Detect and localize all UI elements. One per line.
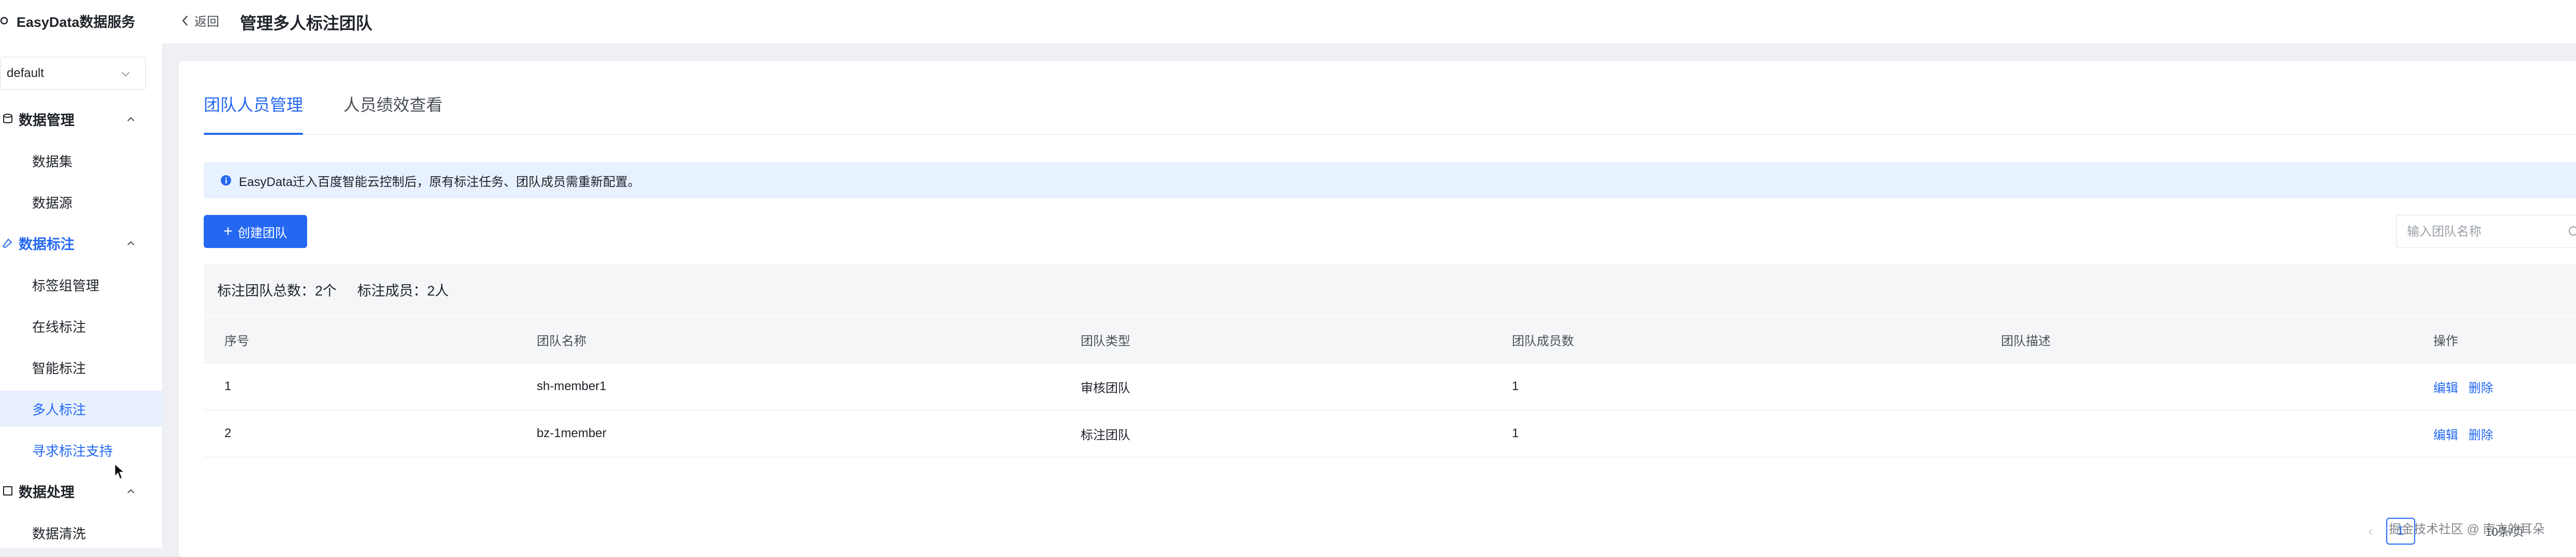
sidebar-item-label: 智能标注 [32,360,86,376]
chevron-left-icon [182,15,188,26]
annotation-icon [2,238,12,249]
sidebar-item-online-annotation[interactable]: 在线标注 [0,308,162,344]
column-header: 团队名称 [537,334,586,348]
brand[interactable]: EasyData数据服务 [0,9,155,32]
sidebar: EasyData数据服务 default 数据管理 数据集 数据源 数据标注 标… [0,0,163,548]
env-select-value: default [7,66,44,80]
sidebar-group-data-annotation[interactable]: 数据标注 [0,227,155,258]
sidebar-item-datasources[interactable]: 数据源 [0,184,162,220]
cell-actions: 编辑 删除 [2433,410,2504,457]
cell-team-type: 审核团队 [1081,381,1130,395]
database-icon [3,114,12,123]
total-members: 标注成员：2人 [357,283,449,299]
create-team-button-label: 创建团队 [237,226,287,240]
search-icon [2569,226,2576,236]
team-summary: 标注团队总数：2个 标注成员：2人 [204,264,2576,315]
sidebar-group-data-processing[interactable]: 数据处理 [0,475,155,506]
sidebar-group-data-management[interactable]: 数据管理 [0,103,155,134]
sidebar-item-smart-annotation[interactable]: 智能标注 [0,349,162,385]
cell-team-name: bz-1member [537,426,607,440]
delete-link[interactable]: 删除 [2468,425,2493,443]
processing-icon [3,486,12,496]
cell-team-type: 标注团队 [1081,428,1130,442]
table-row: 2 bz-1member 标注团队 1 编辑 删除 [204,410,2576,457]
team-search[interactable] [2396,215,2576,249]
cell-actions: 编辑 删除 [2433,363,2504,410]
sidebar-item-label: 数据集 [32,153,73,169]
tab-performance[interactable]: 人员绩效查看 [343,92,443,134]
prev-page-icon[interactable]: ‹ [2368,523,2373,539]
column-header: 团队类型 [1081,334,1130,348]
page-header: 返回 管理多人标注团队 [162,0,2576,43]
plus-icon: + [223,223,233,240]
page-title: 管理多人标注团队 [240,14,373,33]
env-select[interactable]: default [0,57,146,90]
chevron-down-icon [122,72,130,77]
column-header: 操作 [2433,334,2458,348]
sidebar-item-label: 多人标注 [32,401,86,417]
info-icon [221,175,231,185]
notice-banner: EasyData迁入百度智能云控制后，原有标注任务、团队成员需重新配置。 [204,162,2576,198]
chevron-up-icon [127,241,134,245]
notice-text: EasyData迁入百度智能云控制后，原有标注任务、团队成员需重新配置。 [239,175,641,189]
cell-member-count: 1 [1512,426,1519,440]
back-button[interactable]: 返回 [180,11,219,29]
cell-team-name: sh-member1 [537,379,607,393]
sidebar-item-annotation-support[interactable]: 寻求标注支持 [0,432,162,468]
sidebar-item-label: 数据清洗 [32,525,86,541]
sidebar-item-label-groups[interactable]: 标签组管理 [0,267,162,303]
sidebar-group-label: 数据标注 [19,236,74,252]
tab-bar: 团队人员管理 人员绩效查看 [204,92,2576,135]
sidebar-item-label: 数据源 [32,195,73,211]
sidebar-item-label: 寻求标注支持 [32,443,113,459]
main-card: 团队人员管理 人员绩效查看 EasyData迁入百度智能云控制后，原有标注任务、… [179,61,2576,557]
cell-index: 2 [224,426,232,440]
team-search-input[interactable] [2406,215,2563,249]
create-team-button[interactable]: + 创建团队 [204,215,307,248]
logo-icon [0,17,8,25]
tab-team-members[interactable]: 团队人员管理 [204,92,304,135]
chevron-up-icon [127,489,134,493]
edit-link[interactable]: 编辑 [2433,378,2458,396]
column-header: 团队描述 [2001,334,2051,348]
delete-link[interactable]: 删除 [2468,378,2493,396]
total-teams: 标注团队总数：2个 [217,283,337,299]
column-header: 团队成员数 [1512,334,1574,348]
chevron-up-icon [127,117,134,121]
team-table: 序号 团队名称 团队类型 团队成员数 团队描述 操作 1 sh-member1 … [204,316,2576,457]
column-header: 序号 [224,334,249,348]
brand-name: EasyData数据服务 [17,14,135,30]
sidebar-item-label: 标签组管理 [32,277,100,293]
sidebar-item-multi-annotation[interactable]: 多人标注 [0,391,162,427]
sidebar-item-datasets[interactable]: 数据集 [0,143,162,179]
sidebar-group-label: 数据管理 [19,112,74,128]
table-row: 1 sh-member1 审核团队 1 编辑 删除 [204,363,2576,410]
table-header: 序号 团队名称 团队类型 团队成员数 团队描述 操作 [204,316,2576,363]
sidebar-item-data-cleaning[interactable]: 数据清洗 [0,515,162,551]
mouse-cursor-icon [114,463,125,480]
edit-link[interactable]: 编辑 [2433,425,2458,443]
watermark: 掘金技术社区 @ 南方的耳朵 [2389,522,2545,536]
back-button-label: 返回 [194,15,219,29]
cell-member-count: 1 [1512,379,1519,393]
sidebar-item-label: 在线标注 [32,319,86,335]
cell-index: 1 [224,379,232,393]
sidebar-group-label: 数据处理 [19,484,74,500]
